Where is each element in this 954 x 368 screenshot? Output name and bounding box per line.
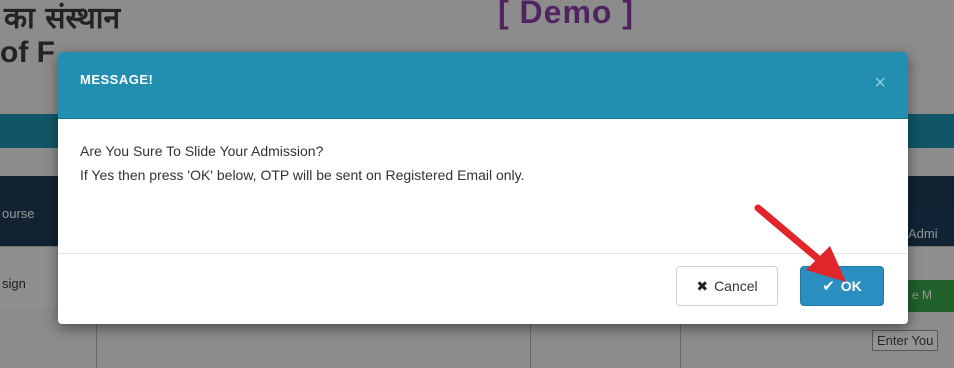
dialog-instruction: If Yes then press 'OK' below, OTP will b… bbox=[80, 167, 525, 183]
cancel-button-label: Cancel bbox=[714, 278, 758, 294]
ok-button[interactable]: ✔ OK bbox=[800, 266, 884, 306]
close-icon[interactable]: × bbox=[874, 72, 886, 95]
ok-button-label: OK bbox=[840, 278, 862, 294]
dialog-body: Are You Sure To Slide Your Admission? If… bbox=[58, 119, 908, 253]
cancel-button[interactable]: ✖ Cancel bbox=[676, 266, 778, 306]
close-x-icon: ✖ bbox=[696, 277, 709, 294]
dialog-title: MESSAGE! bbox=[80, 72, 154, 87]
check-icon: ✔ bbox=[822, 278, 835, 295]
dialog-header: MESSAGE! × bbox=[58, 52, 908, 119]
confirm-dialog: MESSAGE! × Are You Sure To Slide Your Ad… bbox=[58, 52, 908, 324]
dialog-question: Are You Sure To Slide Your Admission? bbox=[80, 143, 324, 159]
dialog-footer: ✖ Cancel ✔ OK bbox=[58, 253, 908, 324]
